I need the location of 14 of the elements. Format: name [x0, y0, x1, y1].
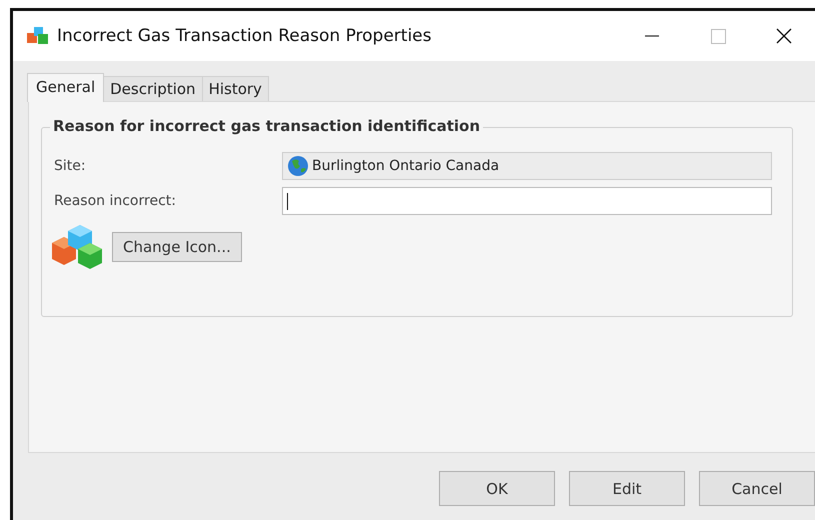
tab[interactable]: History: [202, 76, 269, 101]
cubes-icon: [27, 26, 49, 46]
field-label: Site:: [54, 158, 87, 174]
dialog-button[interactable]: OK: [439, 471, 555, 506]
field-label: Reason incorrect:: [54, 193, 177, 209]
window-title: Incorrect Gas Transaction Reason Properties: [57, 26, 432, 46]
tab[interactable]: General: [27, 73, 104, 102]
dialog-button[interactable]: Cancel: [699, 471, 815, 506]
tab[interactable]: Description: [103, 76, 203, 101]
input-field[interactable]: [282, 187, 772, 215]
dialog-button[interactable]: Edit: [569, 471, 685, 506]
change-icon-button[interactable]: Change Icon...: [112, 232, 242, 262]
group-title: Reason for incorrect gas transaction identification: [50, 117, 484, 135]
globe-icon: [287, 155, 309, 177]
